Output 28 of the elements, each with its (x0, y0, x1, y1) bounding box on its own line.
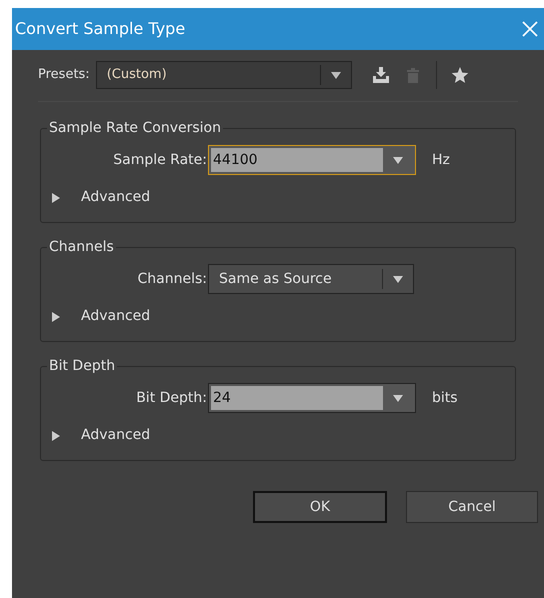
advanced-toggle[interactable]: Advanced (51, 306, 150, 327)
disclosure-triangle-icon (51, 312, 61, 322)
unit-label: Hz (432, 150, 450, 170)
field-label: Bit Depth: (135, 388, 208, 408)
group-title: Bit Depth (48, 357, 116, 376)
disclosure-triangle-icon (51, 192, 61, 202)
caret-icon (393, 156, 403, 164)
presets-label: Presets: (38, 66, 90, 84)
caret-icon (393, 394, 403, 402)
field-label: Sample Rate: (112, 150, 208, 170)
dialog-button[interactable]: OK (253, 491, 387, 523)
unit-label: bits (432, 388, 458, 408)
dropdown[interactable]: Same as Source (208, 264, 414, 294)
combo-box[interactable]: 24 (208, 383, 416, 413)
window-title: Convert Sample Type (15, 18, 186, 40)
disclosure-triangle-icon (51, 430, 61, 440)
presets-dropdown[interactable]: (Custom) (96, 61, 352, 89)
group-title: Channels (48, 238, 115, 257)
advanced-toggle[interactable]: Advanced (51, 187, 150, 208)
field-label: Channels: (136, 270, 208, 288)
download-tray-icon[interactable] (372, 66, 390, 84)
group-title: Sample Rate Conversion (48, 119, 222, 138)
caret-icon (330, 72, 341, 78)
advanced-toggle[interactable]: Advanced (51, 425, 150, 446)
star-icon[interactable] (450, 66, 469, 84)
caret-icon (393, 276, 403, 282)
dialog-button[interactable]: Cancel (406, 491, 538, 523)
combo-box[interactable]: 44100 (208, 145, 416, 175)
